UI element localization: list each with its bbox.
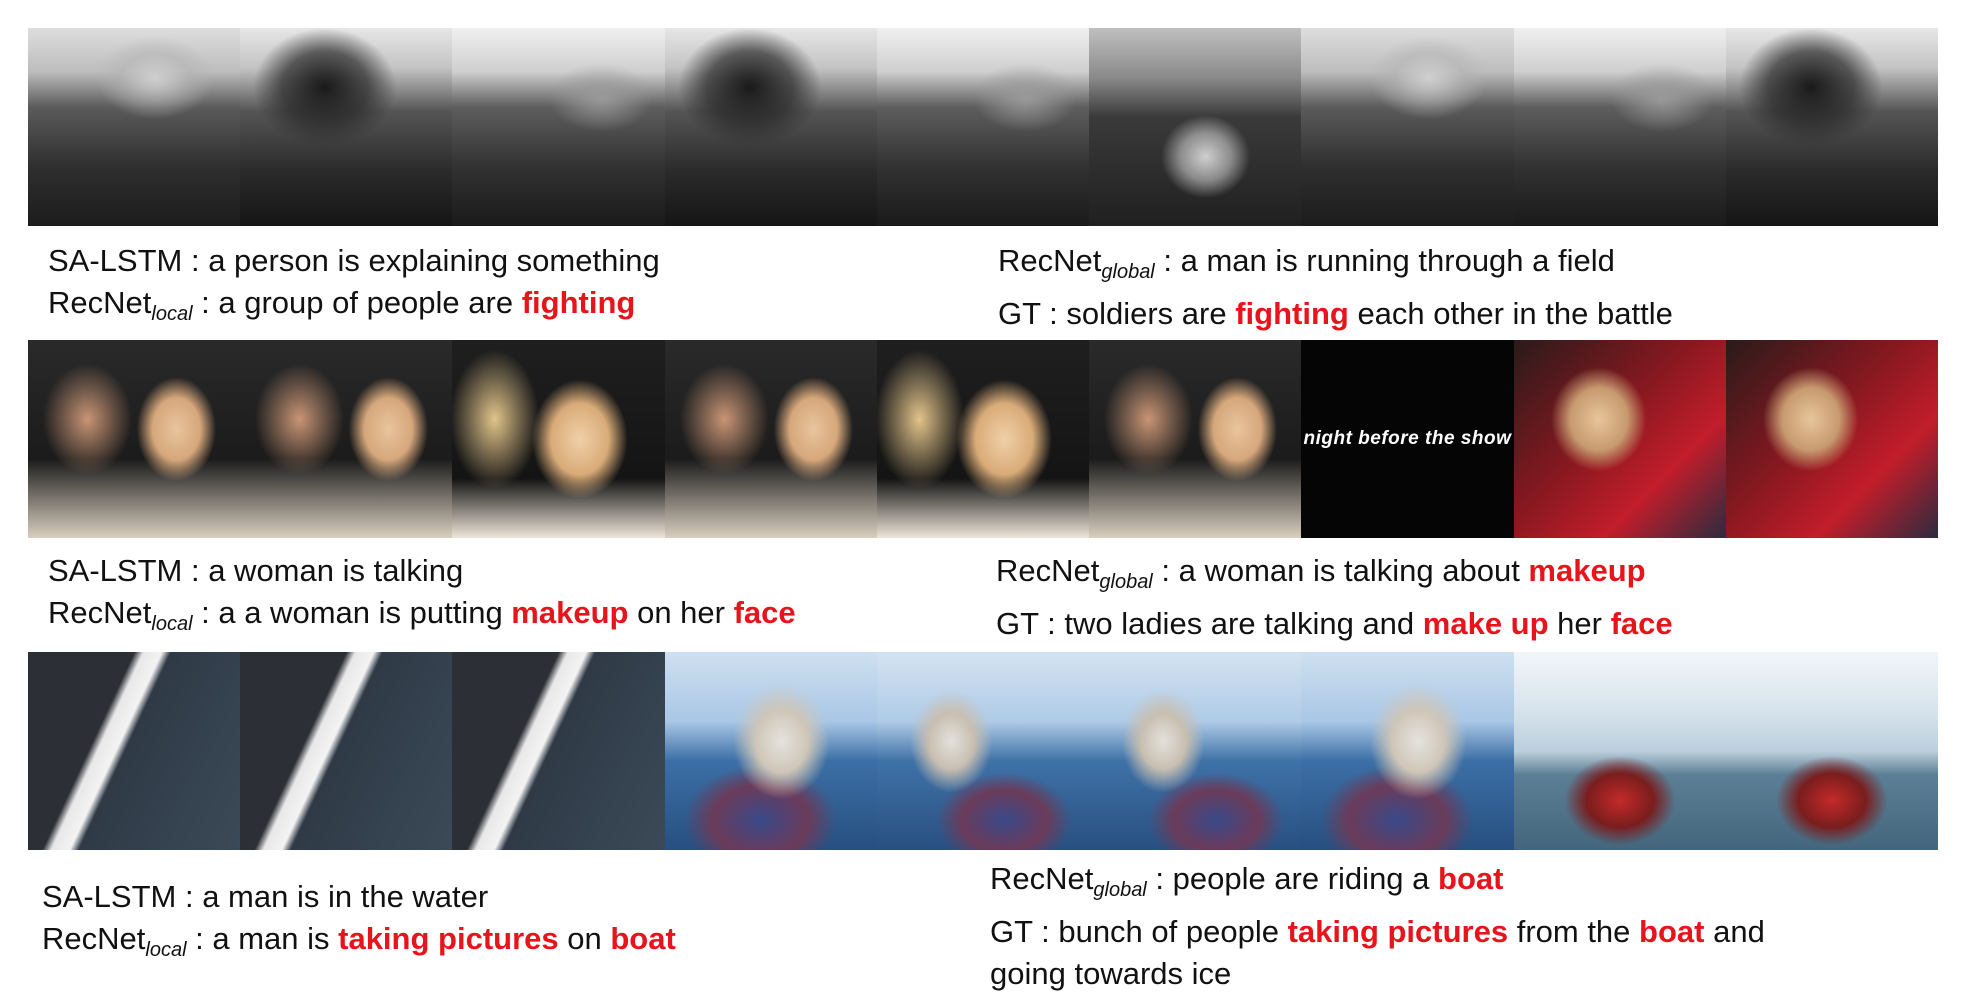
video-frame <box>876 340 1090 538</box>
caption-block-right-2: RecNetglobal : a woman is talking about … <box>996 550 1673 645</box>
video-frame <box>28 28 241 226</box>
highlighted-word: face <box>1610 606 1673 641</box>
highlighted-word: fighting <box>1235 296 1349 331</box>
video-frame <box>876 652 1090 850</box>
caption-text: : a woman is talking about <box>1152 553 1529 588</box>
caption-line: RecNetlocal : a man is taking pictures o… <box>42 918 676 971</box>
caption-block-right-3: RecNetglobal : people are riding a boat … <box>990 858 1765 995</box>
video-frame <box>452 28 665 226</box>
caption-line: SA-LSTM : a woman is talking <box>48 550 796 592</box>
highlighted-word: fighting <box>521 285 636 320</box>
caption-line: RecNetglobal : a man is running through … <box>998 240 1673 293</box>
model-name: SA-LSTM <box>48 553 183 588</box>
video-frame-title-card: night before the show <box>1301 340 1514 538</box>
caption-line: RecNetlocal : a a woman is putting makeu… <box>48 592 796 645</box>
caption-line: SA-LSTM : a man is in the water <box>42 876 676 918</box>
highlighted-word: boat <box>610 921 676 956</box>
video-frame <box>1725 340 1938 538</box>
highlighted-word: taking pictures <box>338 921 559 956</box>
model-name: SA-LSTM <box>42 879 177 914</box>
highlighted-word: boat <box>1438 861 1504 896</box>
caption-text: : a man is in the water <box>176 879 489 914</box>
video-frame <box>1513 28 1726 226</box>
video-frame <box>1725 652 1938 850</box>
caption-text: : two ladies are talking and <box>1038 606 1423 641</box>
video-frame <box>664 340 877 538</box>
caption-block-right-1: RecNetglobal : a man is running through … <box>998 240 1673 335</box>
video-frames-strip-2: night before the show <box>28 340 1938 538</box>
model-subscript: local <box>145 939 187 961</box>
caption-line: GT : soldiers are fighting each other in… <box>998 293 1673 335</box>
video-frame <box>28 340 241 538</box>
caption-text: : a a woman is putting <box>192 595 512 630</box>
model-name: RecNet <box>48 285 152 320</box>
model-name: RecNet <box>996 553 1100 588</box>
model-name: RecNet <box>998 243 1102 278</box>
highlighted-word: make up <box>1422 606 1549 641</box>
video-frame <box>664 28 877 226</box>
model-name: GT <box>998 296 1041 331</box>
video-frame <box>452 340 665 538</box>
model-name: SA-LSTM <box>48 243 183 278</box>
video-frame <box>28 652 241 850</box>
caption-text: on her <box>628 595 734 630</box>
video-frame <box>1513 340 1726 538</box>
caption-line: RecNetlocal : a group of people are figh… <box>48 282 660 335</box>
video-frame <box>1089 28 1302 226</box>
model-name: RecNet <box>48 595 152 630</box>
caption-block-left-3: SA-LSTM : a man is in the water RecNetlo… <box>42 876 676 971</box>
video-frame <box>240 652 453 850</box>
video-frame <box>1513 652 1726 850</box>
caption-line: going towards ice <box>990 953 1765 995</box>
video-frame <box>876 28 1090 226</box>
caption-text: : bunch of people <box>1032 914 1288 949</box>
caption-text: : a woman is talking <box>182 553 464 588</box>
caption-text: on <box>558 921 611 956</box>
highlighted-word: face <box>733 595 796 630</box>
caption-line: SA-LSTM : a person is explaining somethi… <box>48 240 660 282</box>
caption-block-left-2: SA-LSTM : a woman is talking RecNetlocal… <box>48 550 796 645</box>
caption-line: RecNetglobal : people are riding a boat <box>990 858 1765 911</box>
model-name: GT <box>990 914 1033 949</box>
model-subscript: global <box>1099 571 1153 593</box>
caption-text: : a man is <box>186 921 339 956</box>
model-subscript: global <box>1093 879 1147 901</box>
caption-text: : people are riding a <box>1146 861 1439 896</box>
video-frame <box>1301 652 1514 850</box>
video-frame <box>1301 28 1514 226</box>
highlighted-word: makeup <box>511 595 629 630</box>
video-frame <box>240 28 453 226</box>
caption-text: her <box>1548 606 1611 641</box>
model-subscript: global <box>1101 261 1155 283</box>
caption-text: and <box>1704 914 1765 949</box>
model-name: RecNet <box>42 921 146 956</box>
model-subscript: local <box>151 303 193 325</box>
highlighted-word: makeup <box>1528 553 1646 588</box>
model-name: GT <box>996 606 1039 641</box>
video-frames-strip-1 <box>28 28 1938 226</box>
video-frame <box>1089 652 1302 850</box>
caption-text: from the <box>1508 914 1640 949</box>
caption-text: : a person is explaining something <box>182 243 660 278</box>
video-frame <box>664 652 877 850</box>
frame-overlay-text: night before the show <box>1303 428 1512 449</box>
caption-text: : soldiers are <box>1040 296 1236 331</box>
caption-text: : a man is running through a field <box>1154 243 1615 278</box>
video-frame <box>452 652 665 850</box>
caption-block-left-1: SA-LSTM : a person is explaining somethi… <box>48 240 660 335</box>
caption-line: RecNetglobal : a woman is talking about … <box>996 550 1673 603</box>
caption-text: going towards ice <box>990 956 1232 991</box>
caption-line: GT : bunch of people taking pictures fro… <box>990 911 1765 953</box>
highlighted-word: boat <box>1639 914 1705 949</box>
model-name: RecNet <box>990 861 1094 896</box>
caption-text: : a group of people are <box>192 285 522 320</box>
video-frame <box>1725 28 1938 226</box>
video-frame <box>240 340 453 538</box>
video-frames-strip-3 <box>28 652 1938 850</box>
video-frame <box>1089 340 1302 538</box>
highlighted-word: taking pictures <box>1287 914 1509 949</box>
caption-line: GT : two ladies are talking and make up … <box>996 603 1673 645</box>
caption-text: each other in the battle <box>1348 296 1673 331</box>
model-subscript: local <box>151 613 193 635</box>
